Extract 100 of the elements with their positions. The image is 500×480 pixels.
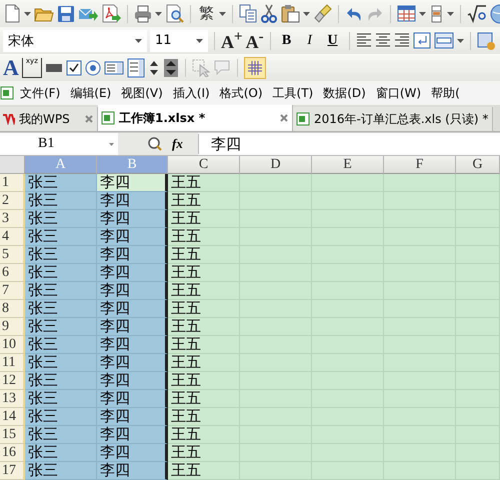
font-dropdown[interactable]: 宋体: [3, 30, 147, 52]
script-convert-button[interactable]: 繁: [197, 4, 216, 23]
row-header[interactable]: 14: [0, 408, 25, 426]
font-size-dropdown[interactable]: 11: [150, 30, 208, 52]
dropdown-caret-icon[interactable]: [135, 38, 142, 42]
wordart-button[interactable]: A: [3, 56, 19, 78]
align-left-icon[interactable]: [356, 32, 372, 49]
row-header[interactable]: 11: [0, 354, 25, 372]
grow-font-button[interactable]: A$^{+}$: [221, 28, 243, 52]
row-header[interactable]: 12: [0, 372, 25, 390]
save-icon[interactable]: [57, 4, 75, 22]
gridlines-toggle[interactable]: [244, 56, 266, 78]
radio-button-icon[interactable]: [84, 60, 101, 76]
table-cell: 王五: [168, 228, 240, 246]
row-header[interactable]: 2: [0, 192, 25, 210]
table-cell: 张三: [25, 282, 97, 300]
paste-icon[interactable]: [281, 4, 300, 23]
row-header[interactable]: 16: [0, 444, 25, 462]
copy-icon[interactable]: [239, 4, 257, 23]
formula-icon[interactable]: [467, 4, 487, 22]
dropdown-caret-icon[interactable]: [419, 12, 426, 16]
bold-button[interactable]: B: [276, 32, 297, 48]
column-icon[interactable]: [429, 4, 444, 22]
table-cell: [240, 174, 312, 192]
dropdown-caret-icon[interactable]: [447, 12, 454, 16]
brush-icon[interactable]: [313, 4, 332, 23]
menu-item[interactable]: 编辑(E): [64, 84, 116, 102]
menu-item[interactable]: 插入(I): [166, 84, 214, 102]
underline-button[interactable]: U: [322, 32, 343, 48]
document-tab[interactable]: 我的WPS: [0, 107, 98, 131]
row-header[interactable]: 10: [0, 336, 25, 354]
dropdown-caret-icon[interactable]: [24, 12, 31, 16]
row-header[interactable]: 7: [0, 282, 25, 300]
column-header[interactable]: D: [240, 156, 312, 174]
table-cell: 王五: [168, 282, 240, 300]
table-cell: 张三: [25, 264, 97, 282]
shrink-font-button[interactable]: A$^{-}$: [246, 28, 264, 52]
menu-item[interactable]: 格式(O): [214, 84, 267, 102]
close-icon[interactable]: [280, 114, 288, 122]
align-right-icon[interactable]: [394, 32, 410, 49]
row-header[interactable]: 6: [0, 264, 25, 282]
row-header[interactable]: 8: [0, 300, 25, 318]
table-cell: 张三: [25, 426, 97, 444]
dropdown-caret-icon[interactable]: [196, 38, 203, 42]
row-header[interactable]: 17: [0, 462, 25, 480]
combo-box-icon[interactable]: [126, 58, 145, 78]
column-header[interactable]: E: [312, 156, 384, 174]
italic-button[interactable]: I: [300, 32, 320, 48]
column-header[interactable]: G: [456, 156, 500, 174]
row-header[interactable]: 9: [0, 318, 25, 336]
menu-item[interactable]: 数据(D): [317, 84, 370, 102]
document-tab[interactable]: 2016年-订单汇总表.xls (只读) *: [293, 107, 494, 131]
dropdown-caret-icon[interactable]: [109, 142, 114, 146]
new-document-icon[interactable]: [3, 4, 21, 23]
menu-item[interactable]: 工具(T): [266, 84, 318, 102]
scroll-bar-icon[interactable]: [162, 58, 179, 78]
dropdown-caret-icon[interactable]: [155, 12, 162, 16]
wrap-text-icon[interactable]: [412, 32, 431, 49]
menu-item[interactable]: 视图(V): [115, 84, 167, 102]
table-cell: [456, 174, 500, 192]
checkbox-icon[interactable]: [66, 60, 82, 76]
table-style-icon[interactable]: [476, 32, 495, 50]
column-header[interactable]: C: [168, 156, 240, 174]
table-cell: 王五: [168, 318, 240, 336]
pdf-export-icon[interactable]: [101, 4, 121, 23]
row-header[interactable]: 3: [0, 210, 25, 228]
table-cell: 张三: [25, 318, 97, 336]
dropdown-caret-icon[interactable]: [303, 12, 310, 16]
insert-function-button[interactable]: fx: [172, 136, 183, 152]
print-icon[interactable]: [134, 4, 152, 22]
table-icon[interactable]: [397, 4, 416, 23]
merge-cells-icon[interactable]: [434, 32, 454, 49]
table-cell: 李四: [97, 390, 168, 408]
menu-item[interactable]: 帮助(: [425, 84, 464, 102]
table-cell: 王五: [168, 426, 240, 444]
menu-item[interactable]: 窗口(W): [370, 84, 426, 102]
zoom-icon[interactable]: [148, 137, 162, 151]
table-cell: 李四: [97, 264, 168, 282]
document-tab[interactable]: 工作簿1.xlsx *: [98, 105, 293, 131]
table-cell: 张三: [25, 444, 97, 462]
dropdown-caret-icon[interactable]: [219, 12, 226, 16]
row-header[interactable]: 15: [0, 426, 25, 444]
app-icon: [0, 86, 14, 100]
table-cell: 李四: [97, 246, 168, 264]
table-cell: 王五: [168, 408, 240, 426]
row-header[interactable]: 13: [0, 390, 25, 408]
list-box-icon[interactable]: [104, 60, 124, 76]
table-cell: 李四: [97, 336, 168, 354]
align-center-icon[interactable]: [374, 32, 391, 49]
cut-icon[interactable]: [260, 4, 278, 23]
row-header[interactable]: 1: [0, 174, 25, 192]
column-header[interactable]: F: [384, 156, 456, 174]
menu-item[interactable]: 文件(F): [14, 84, 64, 102]
print-preview-icon[interactable]: [165, 4, 184, 23]
table-cell: 张三: [25, 210, 97, 228]
row-header[interactable]: 5: [0, 246, 25, 264]
close-icon[interactable]: [85, 115, 93, 123]
spinner-icon[interactable]: [148, 58, 160, 76]
dropdown-caret-icon[interactable]: [456, 38, 464, 42]
row-header[interactable]: 4: [0, 228, 25, 246]
